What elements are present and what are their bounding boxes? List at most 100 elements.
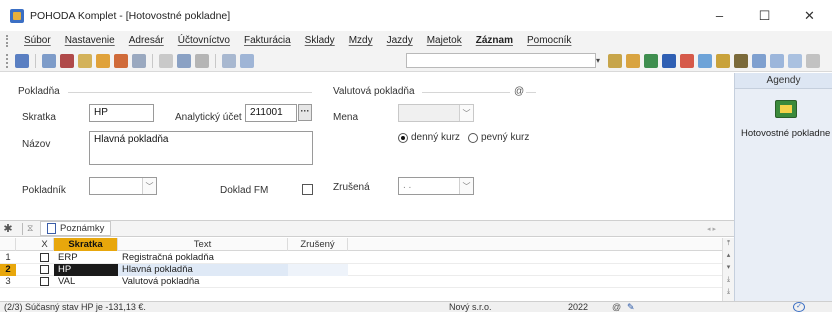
row-number: 1 <box>5 252 11 263</box>
copy-icon[interactable] <box>42 53 56 68</box>
scroll-bottom-icon[interactable]: ⤓ <box>723 274 734 286</box>
tab-poznamky[interactable]: Poznámky <box>40 221 112 236</box>
row-checkbox[interactable] <box>40 277 49 286</box>
chevron-down-icon[interactable]: ﹀ <box>142 178 156 194</box>
asterisk-icon[interactable]: ✱ <box>0 222 16 235</box>
filter-icon[interactable] <box>608 53 622 68</box>
scroll-down-icon[interactable]: ▾ <box>723 262 734 274</box>
menu-jazdy[interactable]: Jazdy <box>387 35 413 46</box>
table-row[interactable]: 1 ERP Registračná pokladňa <box>0 252 722 264</box>
calendar-icon[interactable] <box>698 53 712 68</box>
title-bar: POHODA Komplet - [Hotovostné pokladne] –… <box>0 0 832 31</box>
menu-nastavenie[interactable]: Nastavenie <box>65 35 115 46</box>
mena-select[interactable]: ﹀ <box>398 104 474 122</box>
row-checkbox[interactable] <box>40 265 49 274</box>
menu-fakturacia[interactable]: Fakturácia <box>244 35 291 46</box>
menu-adresar[interactable]: Adresár <box>129 35 164 46</box>
denny-kurz-radio[interactable] <box>398 133 408 143</box>
layout-icon[interactable] <box>770 53 784 68</box>
globe-icon[interactable] <box>662 53 676 68</box>
column-header-x[interactable]: X <box>36 238 54 251</box>
skratka-input[interactable]: HP <box>89 104 154 122</box>
scroll-end-icon[interactable]: ⤓ <box>723 286 734 298</box>
panel-icon[interactable] <box>788 53 802 68</box>
column-header-zruseny[interactable]: Zrušený <box>288 238 348 251</box>
row-code: ERP <box>58 252 78 263</box>
maximize-button[interactable]: ☐ <box>742 0 787 31</box>
window-icon[interactable] <box>752 53 766 68</box>
document-icon <box>47 223 56 234</box>
at-icon[interactable]: @ <box>514 86 524 97</box>
menu-mzdy[interactable]: Mzdy <box>349 35 373 46</box>
iban-icon[interactable] <box>734 53 748 68</box>
table-scrollbar[interactable]: ⤒ ▴ ▾ ⤓ ⤓ <box>722 238 734 301</box>
account-picker-button[interactable]: ··· <box>298 104 312 121</box>
pdf-icon[interactable] <box>680 53 694 68</box>
forward-icon[interactable] <box>240 53 254 68</box>
at-icon[interactable]: @ <box>612 302 621 313</box>
export-icon[interactable] <box>114 53 128 68</box>
tab-poznamky-label: Poznámky <box>60 223 105 234</box>
analyticky-ucet-input[interactable]: 211001 <box>245 104 297 122</box>
folder-icon[interactable] <box>626 53 640 68</box>
zrusena-date-input[interactable]: . . ﹀ <box>398 177 474 195</box>
group-pokladna-title: Pokladňa <box>18 86 60 97</box>
menu-zaznam[interactable]: Záznam <box>476 35 513 46</box>
chevron-down-icon[interactable]: ﹀ <box>459 178 473 194</box>
help-icon[interactable] <box>806 53 820 68</box>
check-icon[interactable]: ✓ <box>793 302 805 312</box>
edit-icon[interactable] <box>177 53 191 68</box>
window-title: POHODA Komplet - [Hotovostné pokladne] <box>30 9 231 22</box>
group-divider <box>68 92 312 93</box>
menu-majetok[interactable]: Majetok <box>427 35 462 46</box>
doklad-fm-checkbox[interactable] <box>302 184 313 195</box>
save-icon[interactable] <box>644 53 658 68</box>
columns-icon[interactable] <box>195 53 209 68</box>
close-button[interactable]: ✕ <box>787 0 832 31</box>
toolbar: ▾ <box>0 50 832 72</box>
nazov-textarea[interactable]: Hlavná pokladňa <box>89 131 313 165</box>
table-row-selected[interactable]: 2 HP Hlavná pokladňa <box>0 264 722 276</box>
preview-icon[interactable] <box>78 53 92 68</box>
tab-scroll-arrows[interactable]: ◂ ▸ <box>707 225 716 233</box>
group-divider <box>526 92 536 93</box>
scroll-top-icon[interactable]: ⤒ <box>723 238 734 250</box>
calc-icon[interactable] <box>132 53 146 68</box>
pokladnik-select[interactable]: ﹀ <box>89 177 157 195</box>
chevron-down-icon[interactable]: ﹀ <box>459 105 473 121</box>
row-zruseny <box>288 264 348 276</box>
table-row[interactable]: 3 VAL Valutová pokladňa <box>0 276 722 288</box>
menu-subor[interactable]: Súbor <box>24 35 51 46</box>
pohoda-app-icon <box>10 8 24 23</box>
minimize-button[interactable]: – <box>697 0 742 31</box>
cash-register-icon[interactable] <box>775 100 797 118</box>
status-year[interactable]: 2022 <box>568 302 588 313</box>
column-header-skratka[interactable]: Skratka <box>54 238 118 251</box>
scroll-up-icon[interactable]: ▴ <box>723 250 734 262</box>
status-company[interactable]: Nový s.r.o. <box>449 302 492 313</box>
pen-icon[interactable]: ✎ <box>627 302 635 313</box>
status-message: (2/3) Súčasný stav HP je -131,13 €. <box>4 302 146 312</box>
filter-tab-icon[interactable]: ⧖ <box>22 222 36 235</box>
menu-sklady[interactable]: Sklady <box>305 35 335 46</box>
menu-uctovnictvo[interactable]: Účtovníctvo <box>178 35 230 46</box>
report-icon[interactable] <box>96 53 110 68</box>
toolbar-search-input[interactable] <box>406 53 596 68</box>
back-icon[interactable] <box>222 53 236 68</box>
detail-tab-bar: ✱ ⧖ Poznámky ◂ ▸ <box>0 220 734 237</box>
row-checkbox[interactable] <box>40 253 49 262</box>
print-icon[interactable] <box>60 53 74 68</box>
column-header-text[interactable]: Text <box>118 238 288 251</box>
zrusena-label: Zrušená <box>333 182 370 193</box>
new-record-icon[interactable] <box>159 53 173 68</box>
pevny-kurz-radio[interactable] <box>468 133 478 143</box>
open-icon[interactable] <box>15 53 29 68</box>
agendy-item-hotovostne-pokladne[interactable]: Hotovostné pokladne <box>741 128 830 139</box>
chevron-down-icon[interactable]: ▾ <box>596 54 606 68</box>
users-icon[interactable] <box>716 53 730 68</box>
row-text: Registračná pokladňa <box>122 252 214 263</box>
menu-grip-icon <box>6 34 10 47</box>
menu-pomocnik[interactable]: Pomocník <box>527 35 571 46</box>
skratka-label: Skratka <box>22 112 56 123</box>
row-number: 3 <box>5 276 11 287</box>
